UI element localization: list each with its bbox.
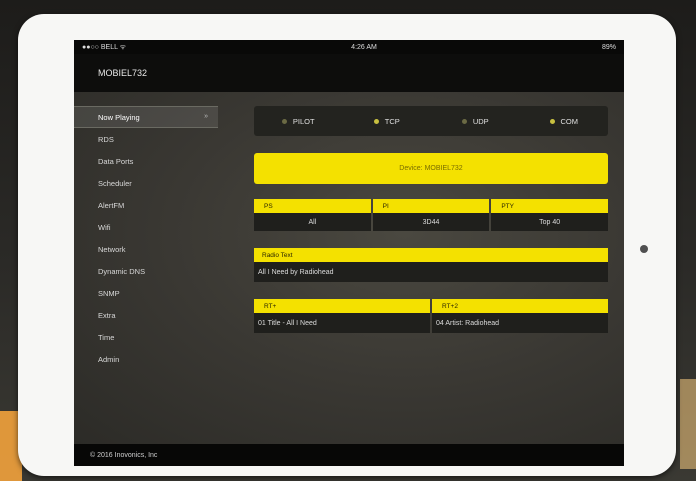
battery-indicator: 89% — [601, 43, 616, 51]
tab-label: COM — [560, 116, 579, 126]
sidebar-item-label: Extra — [98, 310, 116, 320]
footer: © 2016 Inovonics, Inc — [74, 444, 624, 466]
sidebar-item-label: Data Ports — [98, 156, 134, 166]
main-panel: PILOT TCP UDP COM Device: MOBIEL732 PS A… — [254, 106, 609, 333]
radio-text-panel: Radio Text All I Need by Radiohead — [254, 248, 608, 282]
tab-tcp[interactable]: TCP — [343, 106, 432, 136]
pi-value: 3D44 — [372, 213, 490, 231]
pty-cell: PTY Top 40 — [491, 199, 609, 231]
pty-value: Top 40 — [491, 213, 609, 231]
sidebar-item-now-playing[interactable]: Now Playing » — [74, 106, 218, 128]
tab-label: UDP — [472, 116, 489, 126]
sidebar-item-time[interactable]: Time — [74, 326, 218, 348]
tab-pilot[interactable]: PILOT — [254, 106, 343, 136]
status-time: 4:26 AM — [351, 43, 377, 51]
tab-label: PILOT — [292, 116, 315, 126]
ps-header: PS — [254, 199, 371, 213]
sidebar-item-admin[interactable]: Admin — [74, 348, 218, 370]
rt-plus-2-header: RT+2 — [432, 299, 608, 313]
pilot-indicator-icon — [281, 118, 287, 124]
ps-cell: PS All — [254, 199, 371, 231]
rt-plus-2-cell: RT+2 04 Artist: Radiohead — [432, 299, 608, 333]
sidebar-item-label: SNMP — [98, 288, 120, 298]
device-screen: ●●○○ BELL ᯤ 4:26 AM 89% MOBIEL732 Now Pl… — [74, 40, 624, 466]
sidebar-item-label: Network — [98, 244, 126, 254]
rt-plus-row: RT+ 01 Title - All I Need RT+2 04 Artist… — [254, 299, 608, 333]
rt-plus-2-value: 04 Artist: Radiohead — [432, 313, 608, 333]
sidebar-item-alertfm[interactable]: AlertFM — [74, 194, 218, 216]
sidebar: Now Playing » RDS Data Ports Scheduler A… — [74, 106, 218, 370]
content-area: Now Playing » RDS Data Ports Scheduler A… — [74, 92, 624, 444]
sidebar-item-label: Now Playing — [98, 112, 140, 122]
udp-indicator-icon — [461, 118, 467, 124]
sidebar-item-label: Scheduler — [98, 178, 132, 188]
sidebar-item-label: Admin — [98, 354, 120, 364]
sidebar-item-data-ports[interactable]: Data Ports — [74, 150, 218, 172]
sidebar-item-label: Time — [98, 332, 115, 342]
sidebar-item-label: Wifi — [98, 222, 111, 232]
tab-label: TCP — [384, 116, 400, 126]
device-button[interactable]: Device: MOBIEL732 — [254, 153, 608, 184]
sidebar-item-extra[interactable]: Extra — [74, 304, 218, 326]
sidebar-item-snmp[interactable]: SNMP — [74, 282, 218, 304]
sidebar-item-wifi[interactable]: Wifi — [74, 216, 218, 238]
connection-tabs: PILOT TCP UDP COM — [254, 106, 608, 136]
sidebar-item-scheduler[interactable]: Scheduler — [74, 172, 218, 194]
background-light-strip — [680, 379, 696, 469]
pi-cell: PI 3D44 — [372, 199, 490, 231]
chevron-right-icon: » — [204, 113, 208, 120]
carrier-signal: ●●○○ BELL ᯤ — [82, 43, 127, 51]
ps-value: All — [254, 213, 371, 231]
sidebar-item-label: AlertFM — [98, 200, 125, 210]
pi-header: PI — [372, 199, 490, 213]
camera-dot — [640, 245, 648, 253]
rt-plus-value: 01 Title - All I Need — [254, 313, 430, 333]
app-title: MOBIEL732 — [98, 68, 148, 78]
rds-info-row: PS All PI 3D44 PTY Top 40 — [254, 199, 609, 231]
sidebar-item-dynamic-dns[interactable]: Dynamic DNS — [74, 260, 218, 282]
radio-text-value: All I Need by Radiohead — [254, 262, 608, 282]
sidebar-item-rds[interactable]: RDS — [74, 128, 218, 150]
pty-header: PTY — [491, 199, 609, 213]
tab-udp[interactable]: UDP — [431, 106, 520, 136]
rt-plus-cell: RT+ 01 Title - All I Need — [254, 299, 430, 333]
sidebar-item-network[interactable]: Network — [74, 238, 218, 260]
com-indicator-icon — [549, 118, 555, 124]
rt-plus-header: RT+ — [254, 299, 430, 313]
sidebar-item-label: Dynamic DNS — [98, 266, 146, 276]
status-bar: ●●○○ BELL ᯤ 4:26 AM 89% — [74, 40, 624, 54]
tablet-frame: ●●○○ BELL ᯤ 4:26 AM 89% MOBIEL732 Now Pl… — [18, 14, 676, 476]
tcp-indicator-icon — [373, 118, 379, 124]
tab-com[interactable]: COM — [520, 106, 609, 136]
radio-text-header: Radio Text — [254, 248, 608, 262]
app-title-bar: MOBIEL732 — [74, 54, 624, 92]
copyright-text: © 2016 Inovonics, Inc — [90, 451, 158, 459]
sidebar-item-label: RDS — [98, 134, 114, 144]
